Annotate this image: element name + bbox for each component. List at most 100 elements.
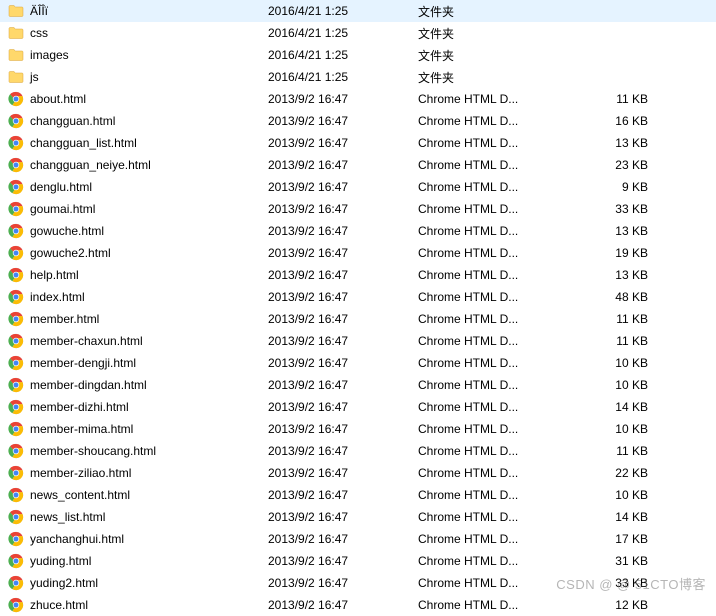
file-row[interactable]: yuding.html2013/9/2 16:47Chrome HTML D..… <box>0 550 716 572</box>
chrome-icon <box>8 311 24 327</box>
file-name: member-ziliao.html <box>30 466 131 480</box>
file-name: news_content.html <box>30 488 130 502</box>
file-type: Chrome HTML D... <box>418 532 588 546</box>
file-row[interactable]: member-dengji.html2013/9/2 16:47Chrome H… <box>0 352 716 374</box>
file-type: 文件夹 <box>418 3 588 20</box>
file-row[interactable]: news_list.html2013/9/2 16:47Chrome HTML … <box>0 506 716 528</box>
chrome-icon <box>8 443 24 459</box>
file-size: 11 KB <box>588 444 658 458</box>
file-date: 2013/9/2 16:47 <box>268 598 418 612</box>
file-name-cell: yuding.html <box>8 553 268 569</box>
file-type: Chrome HTML D... <box>418 312 588 326</box>
file-name-cell: js <box>8 69 268 85</box>
file-date: 2016/4/21 1:25 <box>268 26 418 40</box>
file-row[interactable]: member-ziliao.html2013/9/2 16:47Chrome H… <box>0 462 716 484</box>
file-row[interactable]: ÄÎÎï 2016/4/21 1:25文件夹 <box>0 0 716 22</box>
file-name: yuding.html <box>30 554 91 568</box>
file-row[interactable]: zhuce.html2013/9/2 16:47Chrome HTML D...… <box>0 594 716 616</box>
file-row[interactable]: css2016/4/21 1:25文件夹 <box>0 22 716 44</box>
file-date: 2016/4/21 1:25 <box>268 4 418 18</box>
file-type: Chrome HTML D... <box>418 400 588 414</box>
file-row[interactable]: changguan_list.html2013/9/2 16:47Chrome … <box>0 132 716 154</box>
file-name: changguan_neiye.html <box>30 158 151 172</box>
file-date: 2013/9/2 16:47 <box>268 158 418 172</box>
file-type: Chrome HTML D... <box>418 224 588 238</box>
file-size: 9 KB <box>588 180 658 194</box>
chrome-icon <box>8 399 24 415</box>
file-type: Chrome HTML D... <box>418 422 588 436</box>
file-name: help.html <box>30 268 79 282</box>
file-type: Chrome HTML D... <box>418 598 588 612</box>
file-size: 13 KB <box>588 268 658 282</box>
file-date: 2013/9/2 16:47 <box>268 290 418 304</box>
file-size: 14 KB <box>588 510 658 524</box>
file-name: yanchanghui.html <box>30 532 124 546</box>
chrome-icon <box>8 179 24 195</box>
file-size: 10 KB <box>588 488 658 502</box>
file-row[interactable]: member-shoucang.html2013/9/2 16:47Chrome… <box>0 440 716 462</box>
file-name: gowuche2.html <box>30 246 111 260</box>
file-row[interactable]: member-dizhi.html2013/9/2 16:47Chrome HT… <box>0 396 716 418</box>
file-row[interactable]: gowuche2.html2013/9/2 16:47Chrome HTML D… <box>0 242 716 264</box>
file-name-cell: news_list.html <box>8 509 268 525</box>
file-name-cell: member-dizhi.html <box>8 399 268 415</box>
file-name: changguan.html <box>30 114 115 128</box>
file-row[interactable]: js2016/4/21 1:25文件夹 <box>0 66 716 88</box>
file-date: 2013/9/2 16:47 <box>268 202 418 216</box>
file-type: Chrome HTML D... <box>418 378 588 392</box>
file-name: member.html <box>30 312 99 326</box>
file-row[interactable]: help.html2013/9/2 16:47Chrome HTML D...1… <box>0 264 716 286</box>
file-date: 2013/9/2 16:47 <box>268 268 418 282</box>
chrome-icon <box>8 267 24 283</box>
file-type: Chrome HTML D... <box>418 114 588 128</box>
file-row[interactable]: member-dingdan.html2013/9/2 16:47Chrome … <box>0 374 716 396</box>
file-size: 22 KB <box>588 466 658 480</box>
file-date: 2013/9/2 16:47 <box>268 378 418 392</box>
file-date: 2013/9/2 16:47 <box>268 488 418 502</box>
file-date: 2013/9/2 16:47 <box>268 532 418 546</box>
watermark-text: CSDN @ @ 51CTO博客 <box>556 574 706 593</box>
file-row[interactable]: index.html 2013/9/2 16:47Chrome HTML D...… <box>0 286 716 308</box>
file-row[interactable]: gowuche.html2013/9/2 16:47Chrome HTML D.… <box>0 220 716 242</box>
file-row[interactable]: goumai.html2013/9/2 16:47Chrome HTML D..… <box>0 198 716 220</box>
file-row[interactable]: images2016/4/21 1:25文件夹 <box>0 44 716 66</box>
file-name-cell: member-dingdan.html <box>8 377 268 393</box>
file-row[interactable]: member-chaxun.html2013/9/2 16:47Chrome H… <box>0 330 716 352</box>
folder-icon <box>8 47 24 63</box>
file-name: index.html <box>30 290 85 304</box>
file-size: 10 KB <box>588 378 658 392</box>
chrome-icon <box>8 157 24 173</box>
file-row[interactable]: denglu.html2013/9/2 16:47Chrome HTML D..… <box>0 176 716 198</box>
file-type: Chrome HTML D... <box>418 158 588 172</box>
file-row[interactable]: yanchanghui.html 2013/9/2 16:47Chrome HTM… <box>0 528 716 550</box>
file-name: images <box>30 48 69 62</box>
file-size: 17 KB <box>588 532 658 546</box>
file-row[interactable]: member.html2013/9/2 16:47Chrome HTML D..… <box>0 308 716 330</box>
file-name-cell: member-shoucang.html <box>8 443 268 459</box>
file-name: yuding2.html <box>30 576 98 590</box>
file-type: Chrome HTML D... <box>418 290 588 304</box>
file-row[interactable]: changguan.html2013/9/2 16:47Chrome HTML … <box>0 110 716 132</box>
file-type: 文件夹 <box>418 69 588 86</box>
file-size: 13 KB <box>588 136 658 150</box>
file-date: 2016/4/21 1:25 <box>268 48 418 62</box>
file-size: 31 KB <box>588 554 658 568</box>
file-size: 33 KB <box>588 202 658 216</box>
file-row[interactable]: about.html2013/9/2 16:47Chrome HTML D...… <box>0 88 716 110</box>
chrome-icon <box>8 245 24 261</box>
file-date: 2013/9/2 16:47 <box>268 356 418 370</box>
file-name-cell: changguan.html <box>8 113 268 129</box>
file-type: Chrome HTML D... <box>418 180 588 194</box>
file-name: ÄÎÎï <box>30 4 48 18</box>
file-name: js <box>30 70 39 84</box>
chrome-icon <box>8 597 24 613</box>
file-size: 12 KB <box>588 598 658 612</box>
file-row[interactable]: news_content.html2013/9/2 16:47Chrome HT… <box>0 484 716 506</box>
chrome-icon <box>8 91 24 107</box>
file-type: Chrome HTML D... <box>418 202 588 216</box>
file-row[interactable]: member-mima.html2013/9/2 16:47Chrome HTM… <box>0 418 716 440</box>
file-row[interactable]: changguan_neiye.html 2013/9/2 16:47Chrome… <box>0 154 716 176</box>
file-name: css <box>30 26 48 40</box>
file-size: 11 KB <box>588 312 658 326</box>
file-name-cell: member-mima.html <box>8 421 268 437</box>
